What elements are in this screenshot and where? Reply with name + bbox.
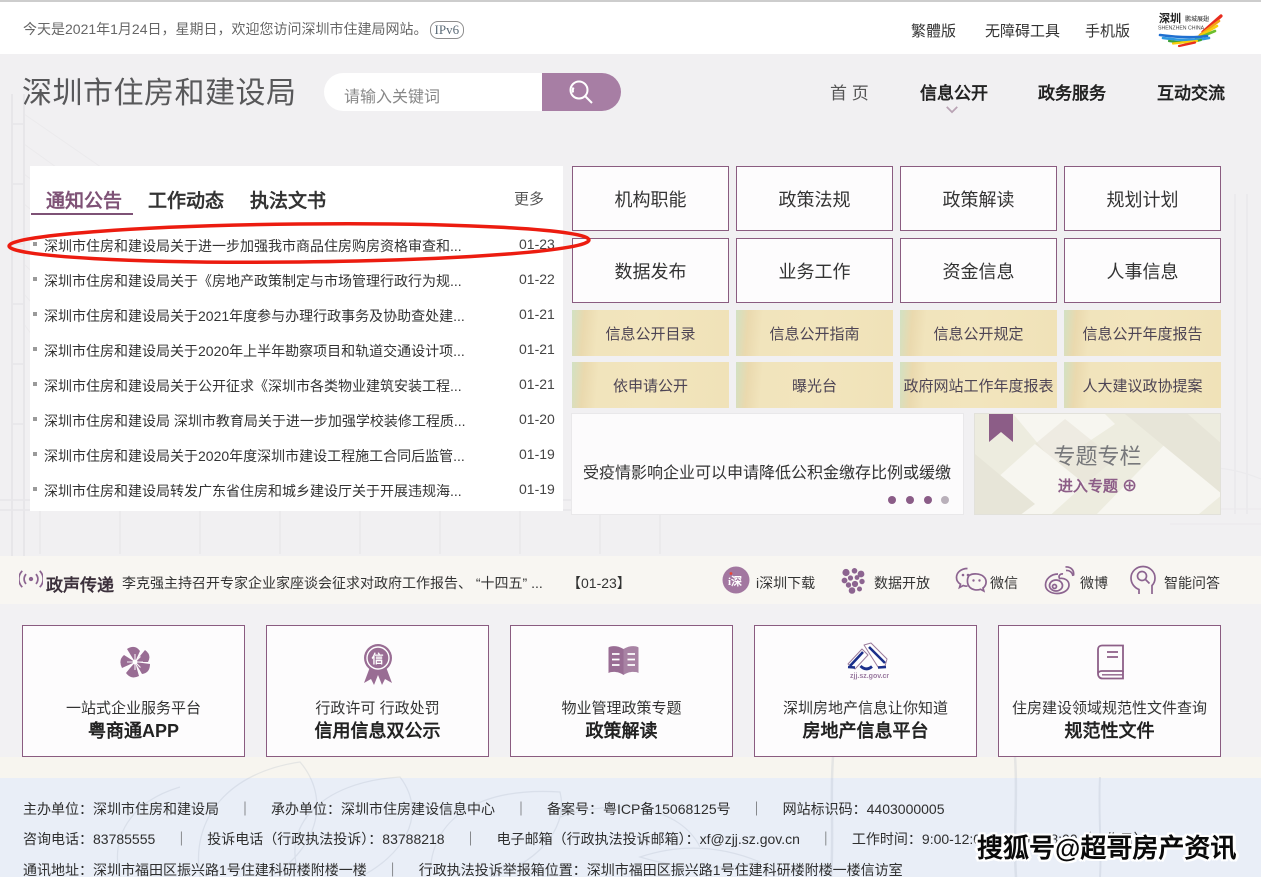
svg-text:SHENZHEN CHINA: SHENZHEN CHINA: [1158, 26, 1205, 32]
svg-text:i深: i深: [728, 574, 742, 588]
svg-text:信: 信: [372, 651, 384, 666]
svg-text:深圳: 深圳: [1159, 11, 1181, 25]
svg-text:鹏城展翅: 鹏城展翅: [1185, 15, 1209, 23]
svg-text:zjj.sz.gov.cn: zjj.sz.gov.cn: [850, 673, 889, 680]
